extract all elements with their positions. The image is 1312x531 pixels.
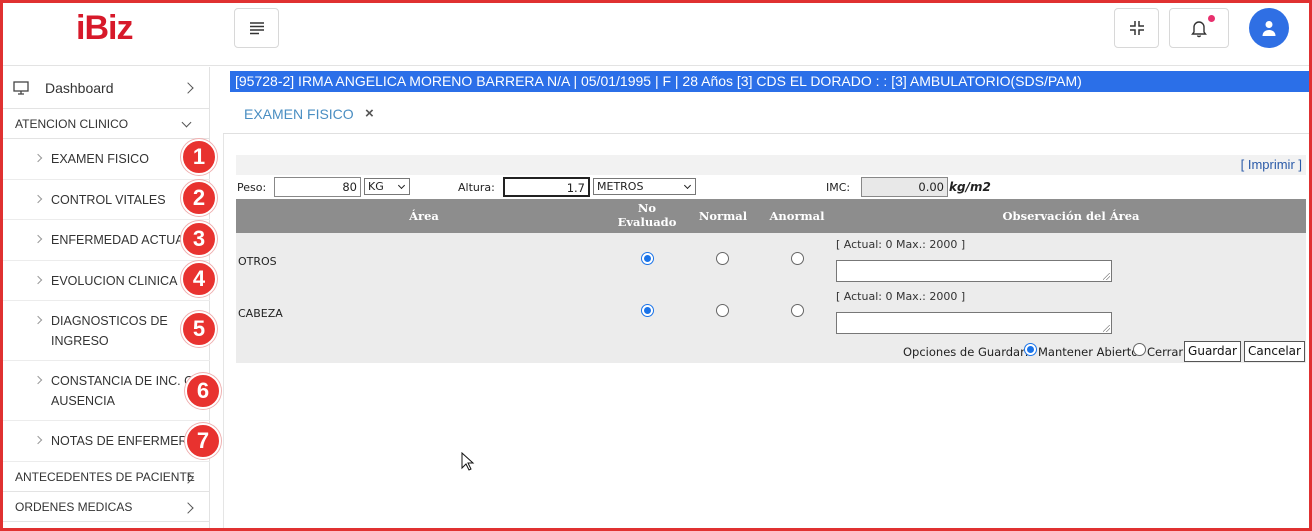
char-counter: [ Actual: 0 Max.: 2000 ] bbox=[836, 290, 966, 303]
top-bar: iBiz bbox=[3, 3, 1309, 66]
monitor-icon bbox=[13, 81, 29, 95]
sidebar-item-label: ENFERMEDAD ACTUAL bbox=[51, 233, 191, 247]
sidebar-item-evolucion-clinica[interactable]: EVOLUCION CLINICA bbox=[3, 261, 210, 301]
arrow-icon bbox=[33, 194, 43, 204]
sidebar-item-examen-fisico[interactable]: EXAMEN FISICO bbox=[3, 139, 210, 180]
cancel-button[interactable]: Cancelar bbox=[1244, 341, 1305, 362]
radio-no-evaluado[interactable] bbox=[641, 304, 654, 317]
row-area-name: CABEZA bbox=[238, 307, 283, 320]
user-avatar[interactable] bbox=[1249, 8, 1289, 48]
annotation-badge: 4 bbox=[181, 261, 217, 297]
arrow-icon bbox=[33, 234, 43, 244]
print-link[interactable]: [ Imprimir ] bbox=[1241, 157, 1302, 172]
sidebar-item-label: EVOLUCION CLINICA bbox=[51, 274, 178, 288]
compress-icon bbox=[1129, 21, 1144, 35]
tab-examen-fisico[interactable]: EXAMEN FISICO bbox=[244, 106, 354, 122]
arrow-icon bbox=[33, 153, 43, 163]
peso-unit-value: KG bbox=[368, 180, 384, 193]
radio-close[interactable] bbox=[1133, 343, 1146, 356]
section-label: ATENCION CLINICO bbox=[15, 117, 129, 131]
section-label: ORDENES MEDICAS bbox=[15, 500, 133, 514]
measurements-row: Peso: 80 KG Altura: 1.7 METROS IMC: 0.00… bbox=[236, 175, 1306, 199]
notification-dot bbox=[1208, 15, 1215, 22]
sidebar-item-constancia[interactable]: CONSTANCIA DE INC. O AUSENCIA bbox=[3, 361, 210, 421]
arrow-icon bbox=[33, 275, 43, 285]
keep-open-label: Mantener Abierto bbox=[1038, 345, 1139, 359]
sidebar-section-atencion-clinico[interactable]: ATENCION CLINICO bbox=[3, 109, 210, 139]
row-area-name: OTROS bbox=[238, 255, 277, 268]
user-icon bbox=[1262, 21, 1276, 36]
radio-anormal[interactable] bbox=[791, 304, 804, 317]
notifications-button[interactable] bbox=[1169, 8, 1229, 48]
sidebar-item-label: CONSTANCIA DE INC. O AUSENCIA bbox=[51, 374, 194, 408]
sidebar-item-label: DIAGNOSTICOS DE INGRESO bbox=[51, 314, 168, 348]
save-options-row: Opciones de Guardar: Mantener Abierto Ce… bbox=[236, 340, 1306, 363]
form-toolbar: [ Imprimir ] bbox=[236, 155, 1306, 175]
radio-anormal[interactable] bbox=[791, 252, 804, 265]
annotation-badge: 7 bbox=[185, 423, 221, 459]
peso-label: Peso: bbox=[237, 181, 267, 194]
tab-bar: EXAMEN FISICO × bbox=[223, 93, 1309, 134]
sidebar-section-antecedentes[interactable]: ANTECEDENTES DE PACIENTE bbox=[3, 462, 210, 492]
chevron-down-icon bbox=[181, 117, 192, 128]
imc-unit: kg/m2 bbox=[949, 180, 991, 194]
sidebar-item-label: CONTROL VITALES bbox=[51, 193, 166, 207]
annotation-badge: 2 bbox=[181, 180, 217, 216]
chevron-down-icon bbox=[683, 181, 692, 190]
arrow-icon bbox=[33, 435, 43, 445]
altura-input[interactable]: 1.7 bbox=[503, 177, 590, 197]
altura-label: Altura: bbox=[458, 181, 495, 194]
altura-unit-select[interactable]: METROS bbox=[593, 178, 696, 195]
col-observacion: Observación del Área bbox=[1002, 209, 1140, 223]
col-no-evaluado: No Evaluado bbox=[617, 201, 677, 229]
arrow-icon bbox=[33, 375, 43, 385]
close-label: Cerrar bbox=[1147, 345, 1184, 359]
col-anormal: Anormal bbox=[769, 209, 825, 223]
menu-toggle-button[interactable] bbox=[234, 8, 279, 48]
sidebar-item-dashboard[interactable]: Dashboard bbox=[3, 67, 210, 109]
section-label: ANTECEDENTES DE PACIENTE bbox=[15, 470, 195, 484]
radio-no-evaluado[interactable] bbox=[641, 252, 654, 265]
imc-input: 0.00 bbox=[861, 177, 948, 197]
bell-icon bbox=[1191, 21, 1207, 38]
altura-unit-value: METROS bbox=[597, 180, 644, 193]
mouse-cursor-icon bbox=[461, 452, 475, 471]
observation-textarea[interactable] bbox=[836, 260, 1112, 282]
chevron-right-icon bbox=[182, 502, 194, 514]
observation-textarea[interactable] bbox=[836, 312, 1112, 334]
sidebar-item-control-vitales[interactable]: CONTROL VITALES bbox=[3, 180, 210, 220]
chevron-right-icon bbox=[182, 82, 194, 94]
col-area: Área bbox=[409, 209, 439, 223]
radio-normal[interactable] bbox=[716, 304, 729, 317]
hamburger-icon bbox=[249, 22, 264, 35]
col-normal: Normal bbox=[698, 209, 748, 223]
arrow-icon bbox=[33, 315, 43, 325]
sidebar-item-notas-de-enfermera[interactable]: NOTAS DE ENFERMERA bbox=[3, 421, 210, 462]
radio-normal[interactable] bbox=[716, 252, 729, 265]
patient-info-bar: [95728-2] IRMA ANGELICA MORENO BARRERA N… bbox=[230, 71, 1309, 92]
sidebar-item-label: Dashboard bbox=[45, 80, 114, 96]
chevron-down-icon bbox=[397, 181, 406, 190]
sidebar-item-diagnosticos-de-ingreso[interactable]: DIAGNOSTICOS DE INGRESO bbox=[3, 301, 210, 361]
logo: iBiz bbox=[76, 9, 133, 47]
sidebar-item-enfermedad-actual[interactable]: ENFERMEDAD ACTUAL bbox=[3, 220, 210, 261]
char-counter: [ Actual: 0 Max.: 2000 ] bbox=[836, 238, 966, 251]
radio-keep-open[interactable] bbox=[1024, 343, 1037, 356]
collapse-button[interactable] bbox=[1114, 8, 1159, 48]
sidebar: Dashboard ATENCION CLINICO EXAMEN FISICO… bbox=[3, 67, 210, 528]
peso-unit-select[interactable]: KG bbox=[364, 178, 410, 195]
annotation-badge: 5 bbox=[181, 311, 217, 347]
annotation-badge: 6 bbox=[185, 373, 221, 409]
close-tab-icon[interactable]: × bbox=[365, 105, 374, 122]
annotation-badge: 3 bbox=[181, 221, 217, 257]
imc-label: IMC: bbox=[826, 181, 851, 194]
sidebar-item-label: NOTAS DE ENFERMERA bbox=[51, 434, 196, 448]
sidebar-item-label: EXAMEN FISICO bbox=[51, 152, 149, 166]
save-button[interactable]: Guardar bbox=[1184, 341, 1241, 362]
annotation-badge: 1 bbox=[181, 139, 217, 175]
peso-input[interactable]: 80 bbox=[274, 177, 361, 197]
sidebar-section-ordenes-medicas[interactable]: ORDENES MEDICAS bbox=[3, 492, 210, 522]
save-options-label: Opciones de Guardar: bbox=[903, 345, 1029, 359]
table-header: Área No Evaluado Normal Anormal Observac… bbox=[236, 199, 1306, 233]
